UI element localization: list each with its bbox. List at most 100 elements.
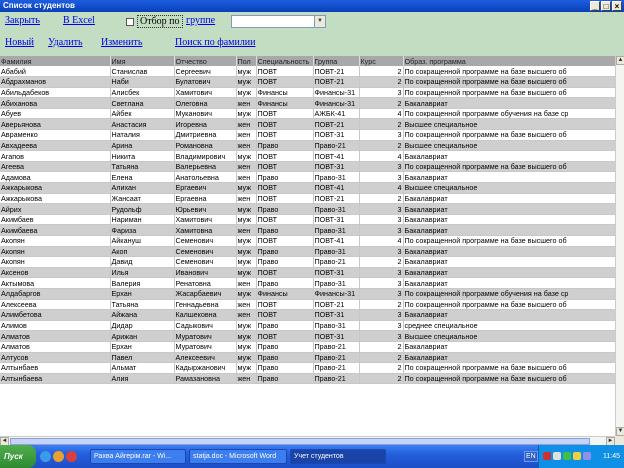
close-link[interactable]: Закрыть: [5, 15, 40, 26]
opera-icon[interactable]: [66, 451, 77, 462]
minimize-button[interactable]: _: [590, 1, 600, 11]
task-word[interactable]: statja.doc - Microsoft Word: [189, 449, 287, 464]
table-cell: Право: [256, 246, 314, 258]
table-cell: Алдабаргов: [0, 288, 111, 300]
language-indicator[interactable]: EN: [524, 451, 538, 462]
table-row[interactable]: Алматов Арижан Муратович муж ПОВТ ПОВТ-31 3 Выс…: [0, 330, 615, 342]
students-grid[interactable]: Фамилия Имя Отчество Пол Специальность Группа…: [0, 56, 615, 436]
filter-checkbox[interactable]: [126, 18, 134, 26]
table-cell: Бакалавриат: [403, 214, 615, 226]
edit-link[interactable]: Изменить: [101, 37, 142, 48]
table-row[interactable]: Абдрахманов Наби Булатович муж ПОВТ ПОВТ-21 2 П…: [0, 76, 615, 88]
table-row[interactable]: Алимбетова Айжана Калшековна жен ПОВТ ПОВТ-31…: [0, 309, 615, 321]
table-cell: ПОВТ: [256, 309, 314, 321]
table-cell: жен: [236, 309, 257, 321]
table-cell: Геннадьевна: [174, 299, 237, 311]
table-cell: Бакалавриат: [403, 97, 615, 109]
table-row[interactable]: Алимов Дидар Садыкович муж Право Право-31 3 сре…: [0, 320, 615, 332]
horizontal-scroll-thumb[interactable]: [10, 438, 590, 445]
table-row[interactable]: Алдабаргов Ерхан Жасарбаевич муж Финансы Фина…: [0, 288, 615, 300]
table-row[interactable]: Аверьянова Анастасия Игоревна жен ПОВТ ПОВТ-2…: [0, 118, 615, 131]
search-surname-link[interactable]: Поиск по фамилии: [175, 37, 256, 48]
maximize-button[interactable]: □: [601, 1, 611, 11]
table-row[interactable]: Агапов Никита Владимирович муж ПОВТ ПОВТ-41 4 Б…: [0, 150, 615, 162]
table-cell: муж: [236, 320, 257, 332]
table-row[interactable]: Агеева Татьяна Валерьевна жен ПОВТ ПОВТ-31 3 По…: [0, 161, 615, 173]
task-students[interactable]: Учет студентов: [290, 449, 386, 464]
table-cell: муж: [236, 330, 257, 342]
table-row[interactable]: Акимбаев Нариман Хамитович муж ПОВТ ПОВТ-31 3 Б…: [0, 214, 615, 226]
volume-icon[interactable]: [573, 452, 581, 460]
table-cell: Светлана: [110, 97, 175, 109]
table-cell: Высшее специальное: [403, 182, 615, 194]
export-excel-link[interactable]: В Excel: [63, 15, 95, 26]
new-link[interactable]: Новый: [5, 37, 34, 48]
table-cell: 2: [359, 256, 404, 268]
column-header[interactable]: Пол: [236, 56, 257, 66]
table-row[interactable]: Акопян Айкануш Семенович муж ПОВТ ПОВТ-41 4 По …: [0, 235, 615, 247]
horizontal-scrollbar[interactable]: ◄ ►: [0, 436, 615, 446]
table-cell: ПОВТ: [256, 267, 314, 279]
close-window-button[interactable]: ×: [612, 1, 622, 11]
table-cell: ПОВТ-21: [313, 66, 360, 78]
table-cell: Акопян: [0, 246, 111, 258]
scroll-down-icon[interactable]: ▼: [616, 427, 624, 436]
task-winrar[interactable]: Рахва Айгерім.rar - Wi...: [90, 449, 186, 464]
table-cell: Нариман: [110, 214, 175, 226]
network-icon[interactable]: [553, 452, 561, 460]
filter-checkbox-label[interactable]: Отбор по: [137, 15, 183, 28]
table-row[interactable]: Абиханова Светлана Олеговна жен Финансы Финан…: [0, 97, 615, 109]
firefox-icon[interactable]: [53, 451, 64, 462]
table-row[interactable]: Алтынбаева Алия Рамазановна жен Право Право-2…: [0, 373, 615, 385]
table-row[interactable]: Алтынбаев Альмат Кадыржанович муж Право Право…: [0, 362, 615, 374]
table-row[interactable]: Алтусов Павел Алексеевич муж Право Право-21 2 Б…: [0, 352, 615, 364]
start-button[interactable]: Пуск: [0, 445, 36, 468]
table-row[interactable]: Алексеева Татьяна Геннадьевна жен ПОВТ ПОВТ-2…: [0, 299, 615, 311]
column-header[interactable]: Специальность: [256, 56, 314, 66]
table-row[interactable]: Акимбаева Фариза Хамитовна жен Право Право-31…: [0, 224, 615, 236]
delete-link[interactable]: Удалить: [48, 37, 83, 48]
table-row[interactable]: Акопян Давид Семенович муж Право Право-21 2 Бак…: [0, 256, 615, 268]
update-icon[interactable]: [563, 452, 571, 460]
antivirus-icon[interactable]: [543, 452, 551, 460]
filter-group-link[interactable]: группе: [186, 15, 215, 26]
table-cell: Право-21: [313, 352, 360, 364]
chevron-down-icon[interactable]: ▼: [314, 16, 325, 27]
table-cell: Кадыржанович: [174, 362, 237, 374]
vertical-scrollbar[interactable]: ▲ ▼: [615, 56, 624, 436]
table-row[interactable]: Аксенов Илья Иванович муж ПОВТ ПОВТ-31 3 Бакала…: [0, 267, 615, 279]
scroll-up-icon[interactable]: ▲: [616, 56, 624, 65]
column-header[interactable]: Отчество: [174, 56, 237, 66]
window-titlebar[interactable]: Список студентов _ □ ×: [0, 0, 624, 12]
table-cell: Право-31: [313, 171, 360, 184]
table-cell: Ерхан: [110, 288, 175, 300]
table-cell: Аверьянова: [0, 118, 111, 131]
table-row[interactable]: Акопян Акоп Семенович муж Право Право-31 3 Бака…: [0, 246, 615, 258]
table-row[interactable]: Абильдабеков Алисбек Хамитович муж Финансы Фи…: [0, 87, 615, 99]
table-row[interactable]: Айрих Рудольф Юрьевич муж Право Право-31 3 Бака…: [0, 203, 615, 215]
group-select[interactable]: ▼: [231, 15, 326, 28]
table-row[interactable]: Алматов Ерхан Муратович муж Право Право-21 2 Ба…: [0, 341, 615, 353]
table-cell: Акопян: [0, 235, 111, 247]
column-header[interactable]: Образ. программа: [403, 56, 615, 66]
table-cell: Валерия: [110, 277, 175, 289]
table-cell: Агапов: [0, 150, 111, 162]
table-row[interactable]: Авраменко Наталия Дмитриевна жен ПОВТ ПОВТ-31…: [0, 129, 615, 141]
table-cell: Ажкарыкова: [0, 193, 111, 205]
table-row[interactable]: Абуев Айбек Муканович муж ПОВТ АЖБК-41 4 По сок…: [0, 108, 615, 120]
table-row[interactable]: Актымова Валерия Ренатовна жен Право Право-31…: [0, 277, 615, 289]
column-header[interactable]: Имя: [110, 56, 175, 66]
table-cell: 3: [359, 87, 404, 99]
safely-remove-icon[interactable]: [583, 452, 591, 460]
column-header[interactable]: Группа: [313, 56, 360, 66]
table-row[interactable]: Абабий Станислав Сергеевич муж ПОВТ ПОВТ-21 2 П…: [0, 66, 615, 78]
table-cell: Семенович: [174, 256, 237, 268]
table-row[interactable]: Ажкарыкова Алихан Ергаевич муж ПОВТ ПОВТ-41 4 В…: [0, 182, 615, 194]
column-header[interactable]: Курс: [359, 56, 404, 66]
table-row[interactable]: Ажкарыкова Жансаат Ергаевна жен ПОВТ ПОВТ-21 2…: [0, 193, 615, 205]
table-row[interactable]: Авхадеева Арина Романовна жен Право Право-21 2…: [0, 140, 615, 152]
column-header[interactable]: Фамилия: [0, 56, 111, 66]
table-cell: Муратович: [174, 341, 237, 353]
ie-icon[interactable]: [40, 451, 51, 462]
table-row[interactable]: Адамова Елена Анатольевна жен Право Право-31 3…: [0, 171, 615, 184]
